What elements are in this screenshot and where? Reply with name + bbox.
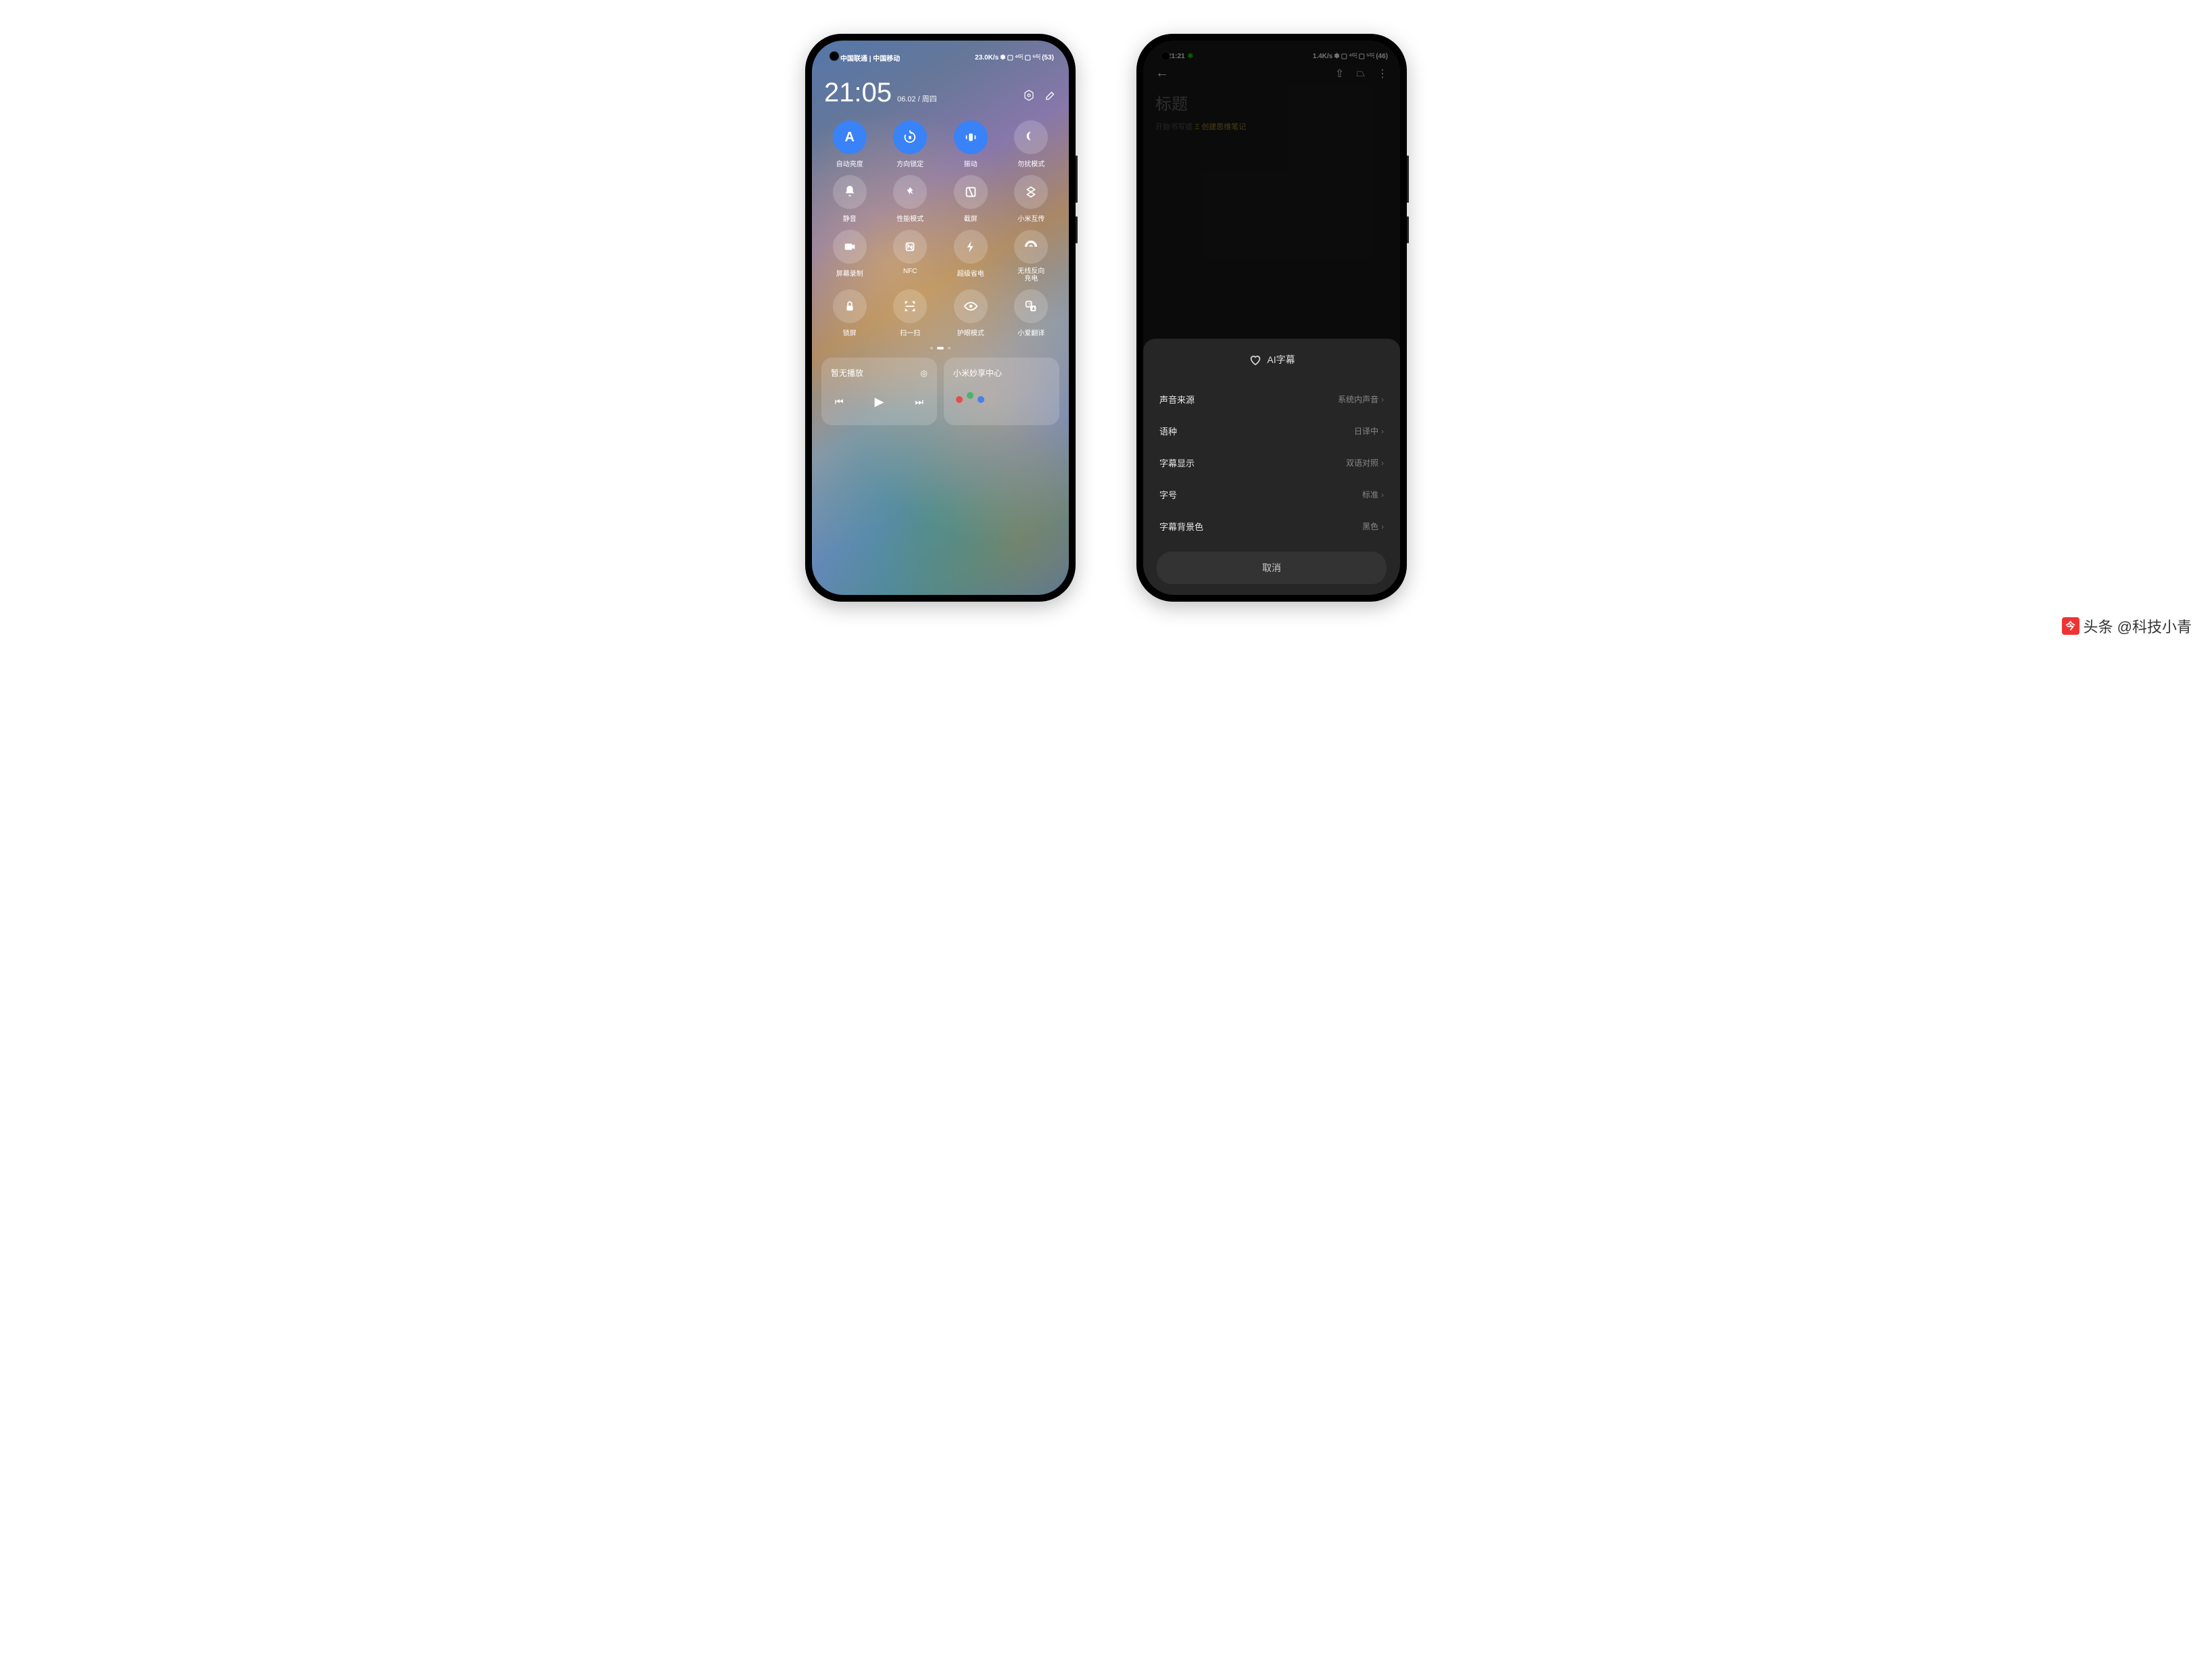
tile-screenshot[interactable]: 截屏 [944,175,998,223]
tile-mute[interactable]: 静音 [823,175,877,223]
chevron-right-icon: › [1381,427,1384,436]
tile-mi-share[interactable]: 小米互传 [1005,175,1059,223]
tile-dnd[interactable]: 勿扰模式 [1005,120,1059,168]
tile-nfc[interactable]: NFC [884,230,938,283]
clock-time: 21:05 [824,78,892,108]
phone-left: 中国联通 | 中国移动 23.0K/s ✽ ▢ ⁴ᴳ⫶ ▢ ⁵ᴳ⫶ (53) 2… [805,34,1076,602]
tile-reverse-charge[interactable]: 无线反向充电 [1005,230,1059,283]
tile-screen-record[interactable]: 屏幕录制 [823,230,877,283]
mi-share-card[interactable]: 小米妙享中心 [944,358,1059,425]
battery-icon: (53) [1042,54,1054,62]
row-subtitle-display[interactable]: 字幕显示双语对照› [1157,447,1387,479]
watermark: 今 头条 @科技小青 [2062,615,2192,637]
settings-icon[interactable] [1023,89,1035,105]
chevron-right-icon: › [1381,490,1384,500]
tile-lock-screen[interactable]: 锁屏 [823,289,877,337]
page-indicator [821,347,1059,350]
quick-settings-grid: A自动亮度 方向锁定 振动 勿扰模式 静音 性能模式 截屏 小米互传 屏幕录制 … [821,120,1059,337]
chevron-right-icon: › [1381,458,1384,468]
chevron-right-icon: › [1381,395,1384,404]
tile-vibrate[interactable]: 振动 [944,120,998,168]
row-font-size[interactable]: 字号标准› [1157,479,1387,510]
row-language[interactable]: 语种日译中› [1157,415,1387,447]
sheet-title: AI字幕 [1157,352,1387,367]
signal-4g-icon: ⁴ᴳ⫶ [1015,54,1023,62]
carrier-text: 中国联通 | 中国移动 [840,53,900,63]
row-bg-color[interactable]: 字幕背景色黑色› [1157,510,1387,542]
chevron-right-icon: › [1381,522,1384,531]
tile-battery-saver[interactable]: 超级省电 [944,230,998,283]
punch-hole-camera [830,51,839,61]
power-button [1076,216,1078,243]
volume-button [1076,155,1078,203]
status-bar: 中国联通 | 中国移动 23.0K/s ✽ ▢ ⁴ᴳ⫶ ▢ ⁵ᴳ⫶ (53) [821,50,1059,63]
screen-control-center: 中国联通 | 中国移动 23.0K/s ✽ ▢ ⁴ᴳ⫶ ▢ ⁵ᴳ⫶ (53) 2… [812,41,1069,595]
play-icon[interactable]: ▶ [875,395,884,409]
cast-icon[interactable]: ◎ [921,368,928,378]
toutiao-logo-icon: 今 [2062,617,2079,635]
hd-icon-2: ▢ [1025,54,1031,62]
tile-performance[interactable]: 性能模式 [884,175,938,223]
svg-text:文: 文 [1028,302,1032,307]
edit-icon[interactable] [1044,89,1057,105]
prev-icon[interactable]: ⏮ [835,396,844,408]
punch-hole-camera [1161,51,1170,61]
status-right: 23.0K/s ✽ ▢ ⁴ᴳ⫶ ▢ ⁵ᴳ⫶ (53) [975,54,1054,62]
screen-ai-subtitle: 21:21✱ 1.4K/s ✽ ▢ ⁴ᴳ⫶ ▢ ⁵ᴳ⫶ (46) ← ⇧ [1143,41,1400,595]
volume-button [1407,155,1409,203]
signal-5g-icon: ⁵ᴳ⫶ [1032,54,1040,62]
tile-scan[interactable]: 扫一扫 [884,289,938,337]
tile-ai-translate[interactable]: 文A小爱翻译 [1005,289,1059,337]
next-icon[interactable]: ⏭ [915,396,923,408]
row-audio-source[interactable]: 声音来源系统内声音› [1157,383,1387,415]
media-card[interactable]: 暂无播放◎ ⏮ ▶ ⏭ [821,358,937,425]
hd-icon: ▢ [1007,54,1013,62]
tile-auto-brightness[interactable]: A自动亮度 [823,120,877,168]
svg-text:A: A [1032,308,1035,312]
heart-outline-icon [1248,352,1263,367]
cancel-button[interactable]: 取消 [1157,552,1387,584]
date-text: 06.02 / 周四 [897,93,937,104]
tile-rotation-lock[interactable]: 方向锁定 [884,120,938,168]
power-button [1407,216,1409,243]
ai-subtitle-sheet: AI字幕 声音来源系统内声音› 语种日译中› 字幕显示双语对照› 字号标准› 字… [1143,339,1400,595]
bluetooth-icon: ✽ [1000,54,1005,62]
phone-right: 21:21✱ 1.4K/s ✽ ▢ ⁴ᴳ⫶ ▢ ⁵ᴳ⫶ (46) ← ⇧ [1136,34,1407,602]
tile-eye-care[interactable]: 护眼模式 [944,289,998,337]
